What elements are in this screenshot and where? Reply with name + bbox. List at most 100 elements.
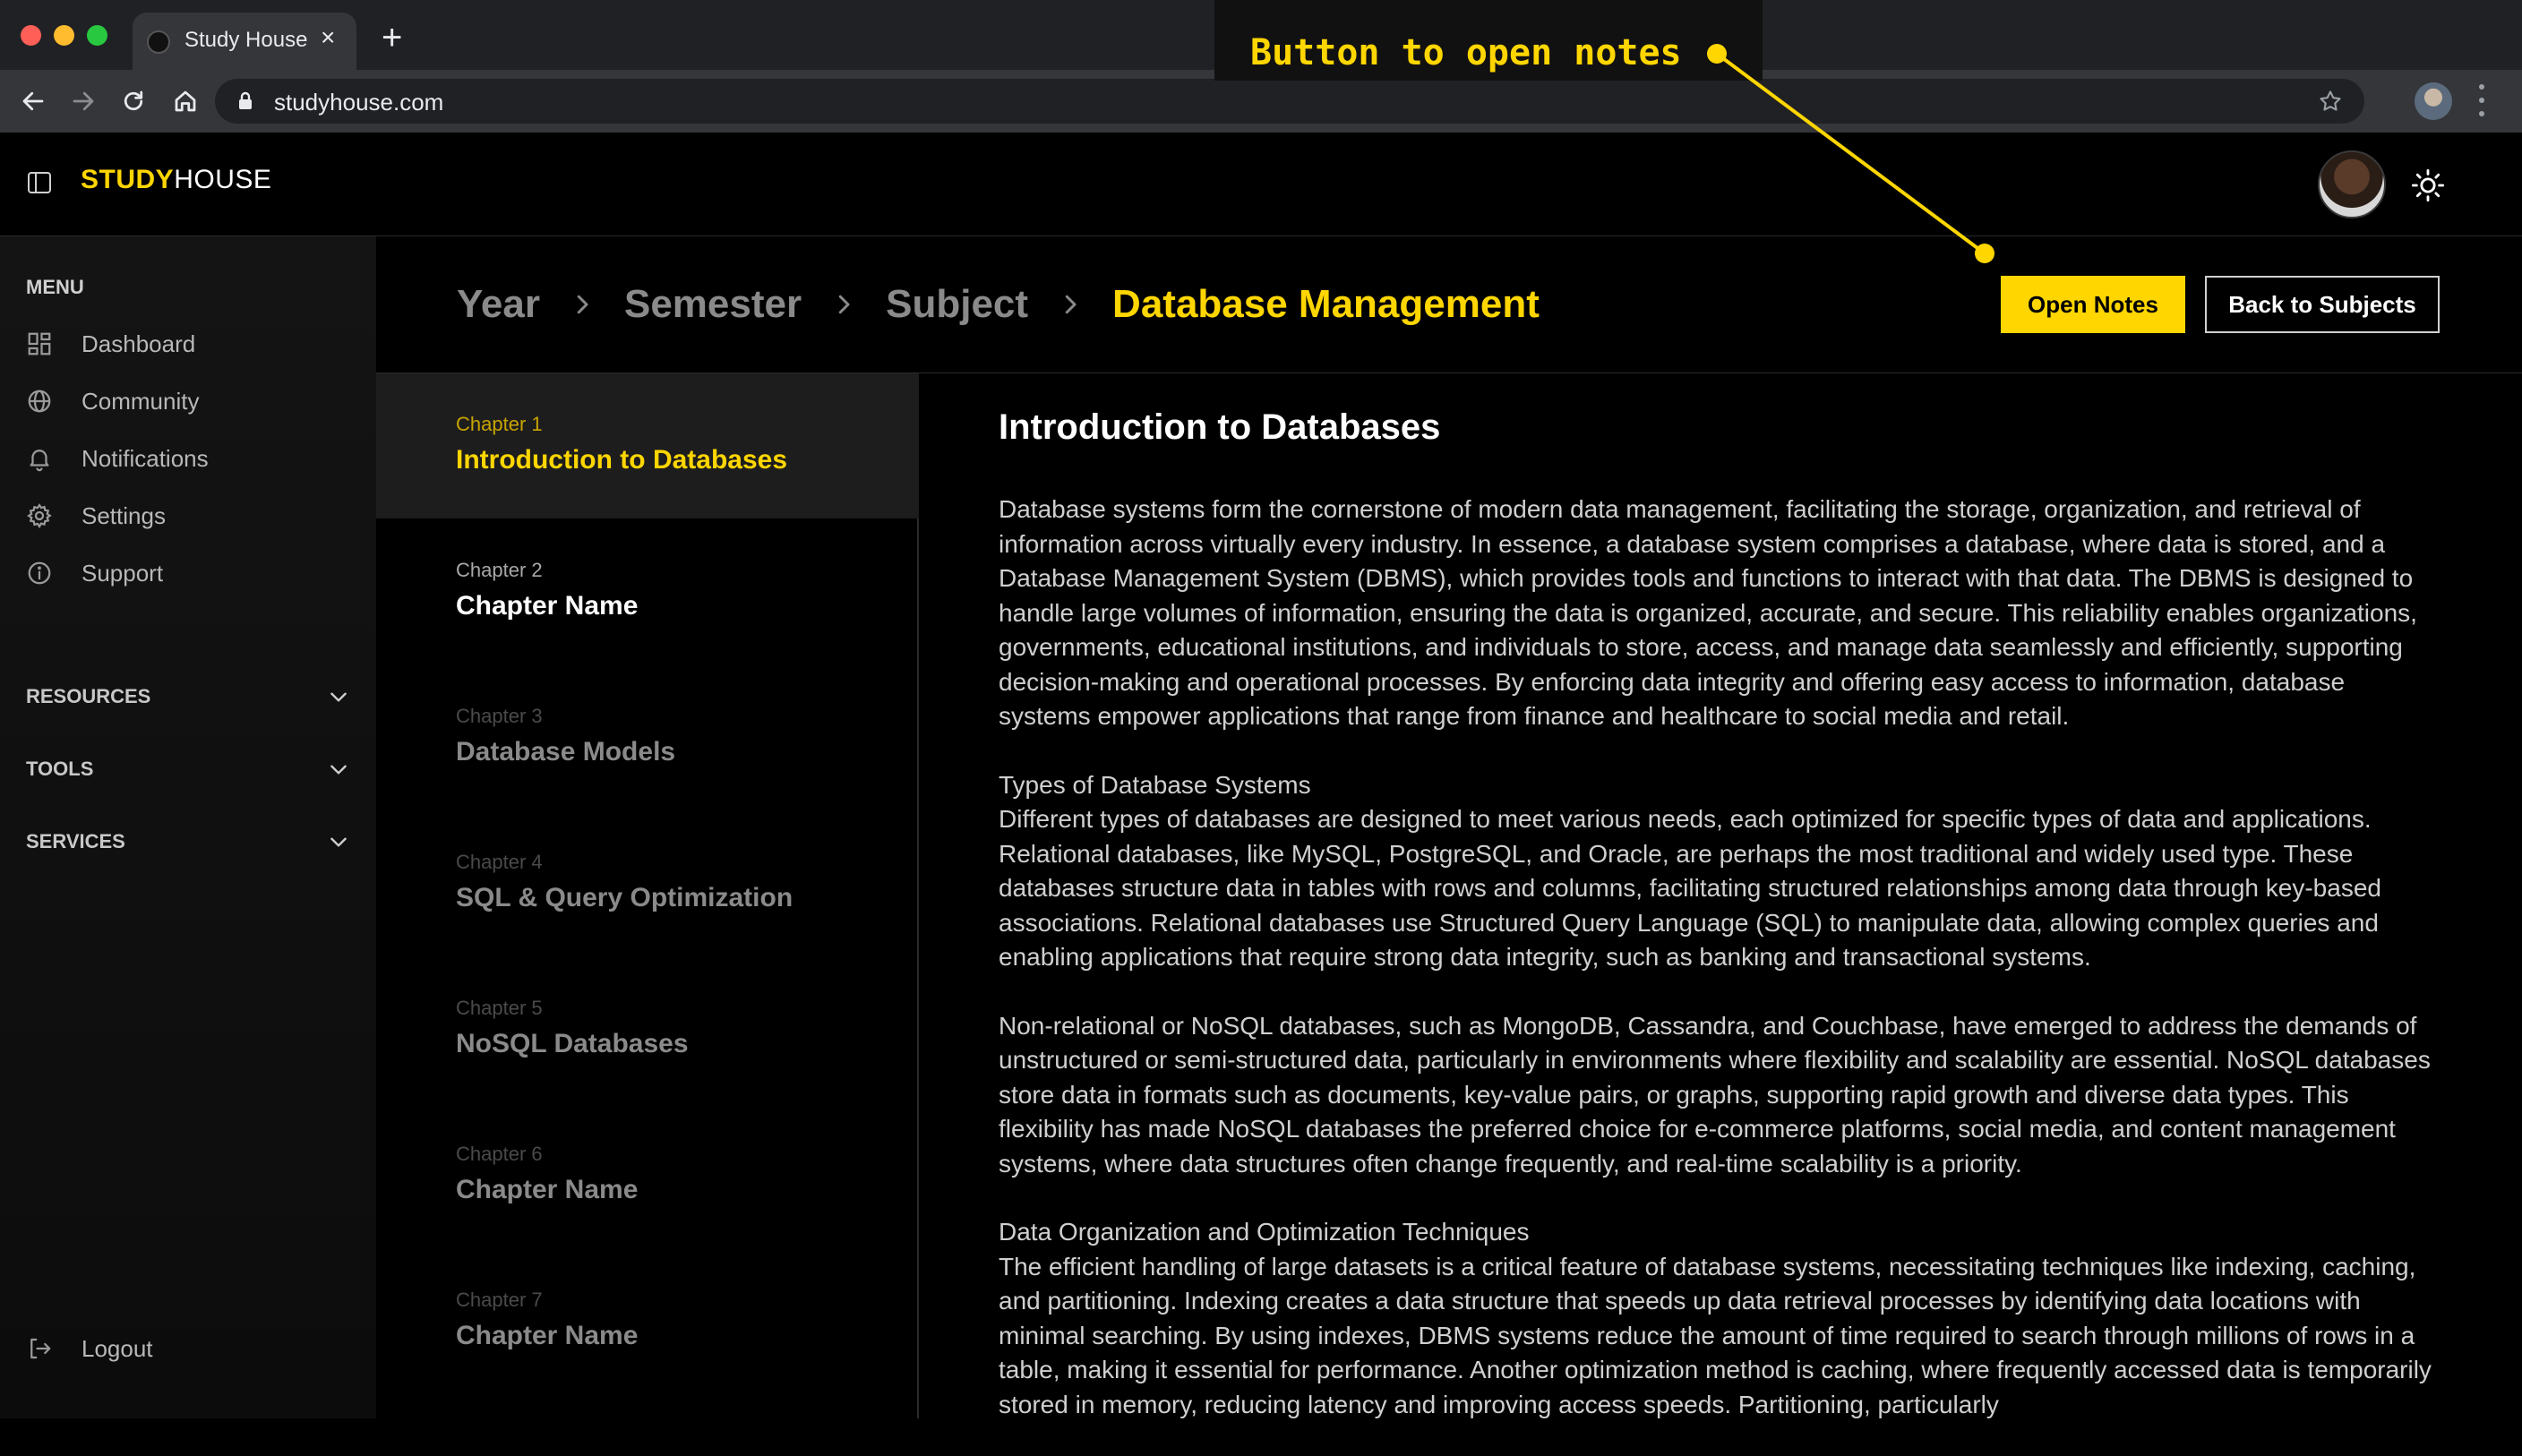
forward-arrow-icon[interactable]: [64, 82, 102, 120]
section-label: SERVICES: [26, 830, 125, 852]
logout-label: Logout: [81, 1334, 153, 1362]
reload-icon[interactable]: [115, 82, 152, 120]
logo-primary: STUDY: [81, 165, 175, 194]
sidebar-item-label: Dashboard: [81, 330, 196, 357]
browser-tab[interactable]: Study House ×: [133, 13, 356, 70]
sidebar-item-label: Support: [81, 559, 164, 587]
annotation-dot-end: [1975, 244, 1994, 263]
minimize-window-button[interactable]: [54, 25, 74, 46]
chapter-name: NoSQL Databases: [456, 1029, 689, 1058]
gear-icon: [27, 503, 52, 528]
content-paragraph: Non-relational or NoSQL databases, such …: [999, 1009, 2441, 1182]
chapter-number: Chapter 3: [456, 705, 543, 727]
chapter-name: Chapter Name: [456, 1321, 639, 1350]
menu-heading: MENU: [26, 276, 84, 298]
close-window-button[interactable]: [21, 25, 41, 46]
sidebar-section-tools[interactable]: TOOLS: [26, 751, 350, 787]
sidebar-item-settings[interactable]: Settings: [26, 498, 348, 534]
browser-profile-avatar[interactable]: [2415, 82, 2452, 120]
tab-close-icon[interactable]: ×: [321, 25, 335, 50]
chapter-name: Chapter Name: [456, 1175, 639, 1204]
chapter-item-3[interactable]: Chapter 3 Database Models: [376, 665, 919, 810]
annotation-label: Button to open notes: [1250, 32, 1682, 73]
chapter-item-4[interactable]: Chapter 4 SQL & Query Optimization: [376, 811, 919, 956]
chapter-name: Chapter Name: [456, 591, 639, 621]
chapter-number: Chapter 5: [456, 997, 543, 1019]
logout-icon: [30, 1338, 51, 1359]
theme-toggle-sun-icon[interactable]: [2411, 168, 2445, 202]
chapter-name: Introduction to Databases: [456, 445, 788, 475]
chapter-number: Chapter 1: [456, 413, 543, 435]
section-label: TOOLS: [26, 758, 94, 780]
new-tab-icon[interactable]: +: [382, 20, 402, 56]
paragraph-text: Database systems form the cornerstone of…: [999, 495, 2417, 730]
content-paragraph: Types of Database Systems Different type…: [999, 768, 2441, 975]
bookmark-star-icon[interactable]: [2318, 89, 2343, 114]
chapter-item-2[interactable]: Chapter 2 Chapter Name: [376, 519, 919, 664]
info-icon: [28, 561, 51, 585]
maximize-window-button[interactable]: [87, 25, 107, 46]
chevron-down-icon: [330, 765, 347, 775]
sidebar-item-support[interactable]: Support: [26, 555, 348, 591]
content-title: Introduction to Databases: [999, 407, 1441, 447]
chapter-number: Chapter 2: [456, 559, 543, 581]
content-paragraph: Data Organization and Optimization Techn…: [999, 1215, 2441, 1422]
user-avatar[interactable]: [2318, 150, 2386, 218]
breadcrumb-current: Database Management: [1112, 282, 1540, 326]
bell-icon: [30, 450, 49, 472]
browser-menu-icon[interactable]: [2477, 84, 2486, 116]
sidebar: MENU Dashboard Community Notifications S…: [0, 236, 376, 1418]
chevron-down-icon: [330, 837, 347, 847]
chapter-number: Chapter 6: [456, 1143, 543, 1165]
paragraph-text: The efficient handling of large datasets…: [999, 1252, 2432, 1418]
chevron-right-icon: [838, 295, 850, 314]
chapter-number: Chapter 4: [456, 851, 543, 873]
favicon-icon: [147, 30, 170, 54]
home-icon[interactable]: [167, 82, 204, 120]
chapter-item-5[interactable]: Chapter 5 NoSQL Databases: [376, 957, 919, 1102]
breadcrumb-item-subject[interactable]: Subject: [886, 282, 1028, 327]
chapter-name: SQL & Query Optimization: [456, 883, 793, 912]
chapter-item-6[interactable]: Chapter 6 Chapter Name: [376, 1103, 919, 1248]
logo-secondary: HOUSE: [174, 165, 272, 194]
section-label: RESOURCES: [26, 685, 151, 707]
app-header: STUDYHOUSE: [0, 133, 2522, 236]
paragraph-heading: Data Organization and Optimization Techn…: [999, 1218, 1530, 1246]
chapter-list: Chapter 1 Introduction to Databases Chap…: [376, 373, 919, 1418]
sidebar-item-label: Settings: [81, 501, 166, 529]
sidebar-section-services[interactable]: SERVICES: [26, 824, 350, 860]
open-notes-button[interactable]: Open Notes: [2001, 276, 2185, 333]
lock-icon: [239, 91, 252, 109]
chapter-item-1[interactable]: Chapter 1 Introduction to Databases: [376, 373, 919, 518]
chapter-number: Chapter 7: [456, 1289, 543, 1311]
back-to-subjects-button[interactable]: Back to Subjects: [2205, 276, 2440, 333]
sidebar-item-dashboard[interactable]: Dashboard: [26, 326, 348, 362]
chapter-content: Introduction to Databases Database syste…: [999, 407, 2441, 1456]
chevron-right-icon: [577, 295, 588, 314]
dashboard-icon: [28, 332, 51, 355]
sidebar-item-community[interactable]: Community: [26, 383, 348, 419]
paragraph-text: Non-relational or NoSQL databases, such …: [999, 1011, 2431, 1178]
url-input[interactable]: studyhouse.com: [215, 79, 2364, 124]
breadcrumb-item-year[interactable]: Year: [457, 282, 540, 327]
chevron-right-icon: [1065, 295, 1077, 314]
back-arrow-icon[interactable]: [14, 82, 52, 120]
chapter-name: Database Models: [456, 737, 676, 767]
sidebar-item-notifications[interactable]: Notifications: [26, 441, 348, 476]
app-logo[interactable]: STUDYHOUSE: [81, 165, 271, 195]
tab-title: Study House: [184, 28, 308, 52]
sidebar-item-label: Notifications: [81, 444, 209, 472]
globe-icon: [28, 390, 51, 413]
paragraph-text: Different types of databases are designe…: [999, 805, 2381, 971]
content-paragraph: Database systems form the cornerstone of…: [999, 492, 2441, 734]
breadcrumb-item-semester[interactable]: Semester: [624, 282, 802, 327]
url-text: studyhouse.com: [274, 89, 444, 116]
chevron-down-icon: [330, 692, 347, 702]
sidebar-section-resources[interactable]: RESOURCES: [26, 679, 350, 715]
sidebar-toggle-icon[interactable]: [27, 170, 52, 195]
chapter-item-7[interactable]: Chapter 7 Chapter Name: [376, 1249, 919, 1394]
breadcrumb: Year Semester Subject Database Managemen…: [457, 278, 1540, 331]
logout-button[interactable]: Logout: [26, 1331, 348, 1366]
paragraph-heading: Types of Database Systems: [999, 770, 1311, 799]
sidebar-item-label: Community: [81, 387, 200, 415]
